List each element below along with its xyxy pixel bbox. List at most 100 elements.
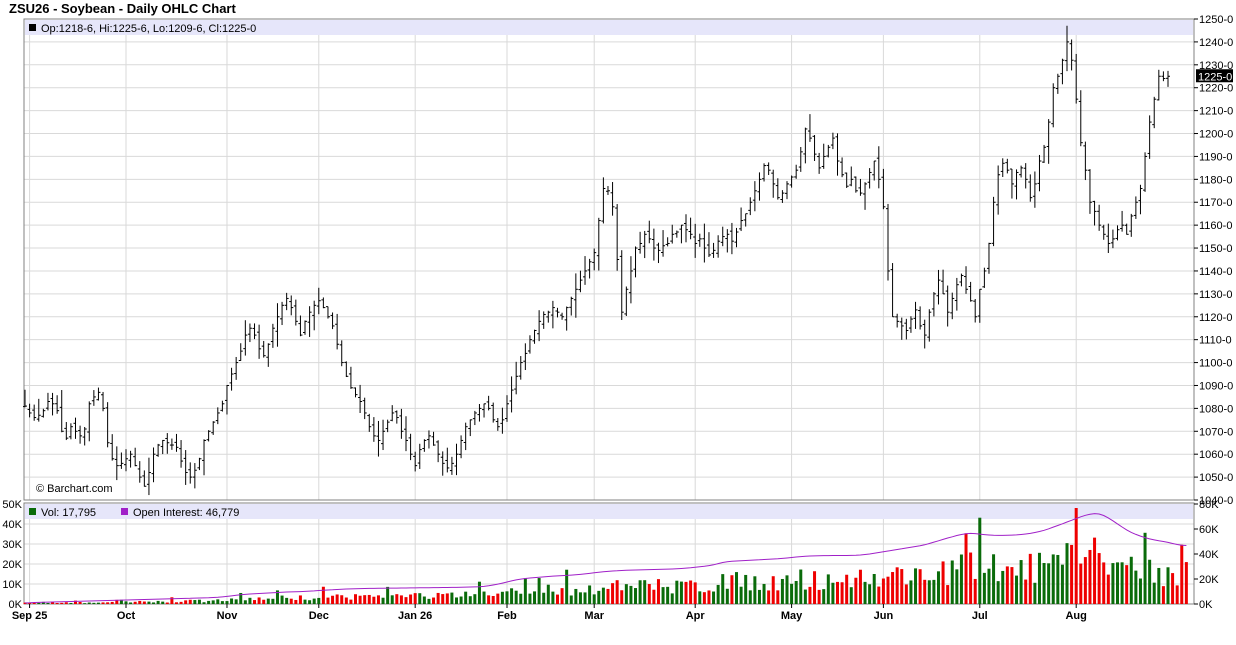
ohlc-bar (1000, 158, 1005, 178)
volume-bar (643, 580, 647, 604)
volume-bar (748, 590, 752, 604)
price-legend-marker (29, 24, 36, 31)
volume-bar (656, 579, 660, 604)
volume-bar (1157, 567, 1161, 604)
ohlc-bar (665, 237, 670, 247)
ohlc-bar (950, 292, 955, 320)
x-tick-label: Sep 25 (12, 610, 47, 622)
ohlc-bar (573, 273, 578, 318)
ohlc-bar (303, 320, 308, 335)
volume-bar (473, 594, 477, 604)
ohlc-bar (495, 418, 500, 431)
volume-bar (813, 571, 817, 604)
volume-bar (514, 590, 518, 604)
volume-bar (294, 599, 298, 604)
ohlc-bar (555, 307, 560, 318)
volume-bar (822, 589, 826, 604)
ohlc-bar (445, 447, 450, 473)
volume-bar (496, 593, 500, 604)
volume-bar (574, 588, 578, 604)
ohlc-series (23, 25, 1170, 496)
volume-bar (831, 582, 835, 604)
ohlc-bar (436, 440, 441, 463)
volume-bar (1138, 578, 1142, 604)
volume-bar (303, 599, 307, 604)
volume-bar (500, 591, 504, 604)
volume-bar (312, 598, 316, 604)
ohlc-bar (619, 250, 624, 321)
volume-bar (1010, 567, 1014, 604)
ohlc-bar (394, 410, 399, 424)
volume-bar (996, 581, 1000, 604)
volume-bar (326, 597, 330, 604)
ohlc-bar (867, 168, 872, 189)
volume-bar (863, 581, 867, 604)
volume-bar (432, 597, 436, 604)
x-tick-label: Jul (972, 610, 988, 622)
volume-bar (652, 589, 656, 604)
volume-bar (1042, 563, 1046, 604)
volume-bar (950, 560, 954, 604)
volume-bar (739, 586, 743, 604)
volume-bar (253, 600, 257, 604)
volume-bar (482, 591, 486, 604)
ohlc-bar (1101, 224, 1106, 240)
volume-bar (877, 586, 881, 604)
ohlc-bar (459, 435, 464, 459)
ohlc-bar (1097, 204, 1102, 231)
ohlc-bar (684, 214, 689, 243)
ohlc-bar (417, 443, 422, 469)
volume-bar (597, 590, 601, 604)
volume-bar (647, 584, 651, 604)
volume-tick-label: 10K (2, 579, 22, 591)
ohlc-bar (941, 269, 946, 295)
ohlc-bar (270, 323, 275, 348)
volume-bar (55, 603, 59, 604)
x-tick-label: Oct (117, 610, 136, 622)
volume-bar (298, 595, 302, 604)
volume-bar (225, 601, 229, 604)
ohlc-bar (569, 296, 574, 316)
ohlc-bar (215, 407, 220, 425)
price-tick-label: 1220-0 (1199, 83, 1233, 95)
ohlc-bar (316, 287, 321, 315)
volume-bar (895, 567, 899, 604)
ohlc-bar (1156, 69, 1161, 101)
volume-bar (110, 601, 114, 604)
volume-bar (409, 594, 413, 604)
price-tick-label: 1180-0 (1199, 174, 1232, 186)
ohlc-bar (587, 258, 592, 279)
ohlc-bar (399, 408, 404, 439)
ohlc-bar (885, 203, 890, 281)
ohlc-bar (1046, 119, 1051, 164)
volume-bar (601, 587, 605, 604)
ohlc-bar (610, 182, 615, 216)
volume-bar (220, 601, 224, 604)
volume-bar (285, 597, 289, 604)
ohlc-bar (766, 162, 771, 176)
volume-bar (138, 600, 142, 604)
price-tick-label: 1050-0 (1199, 472, 1233, 484)
volume-bar (142, 601, 146, 604)
volume-bar (248, 597, 252, 604)
volume-bar (174, 602, 178, 604)
ohlc-bar (628, 256, 633, 304)
oi-right-axis: 0K 20K 40K 60K 80K (1194, 499, 1219, 611)
volume-bar (372, 596, 376, 604)
volume-bar (487, 595, 491, 604)
volume-bar (904, 584, 908, 604)
ohlc-bar (55, 395, 60, 414)
ohlc-bar (615, 204, 620, 271)
volume-bar (927, 580, 931, 604)
ohlc-bar (1028, 174, 1033, 202)
ohlc-bar (321, 297, 326, 309)
chart-canvas: Op:1218-6, Hi:1225-6, Lo:1209-6, Cl:1225… (2, 14, 1233, 622)
volume-bar (1143, 532, 1147, 604)
volume-bar (179, 601, 183, 604)
volume-legend-marker (29, 508, 36, 515)
ohlc-bar (426, 430, 431, 449)
volume-bar (386, 586, 390, 604)
ohlc-bar (252, 323, 257, 340)
volume-bar (1102, 562, 1106, 604)
volume-bar (454, 597, 458, 604)
